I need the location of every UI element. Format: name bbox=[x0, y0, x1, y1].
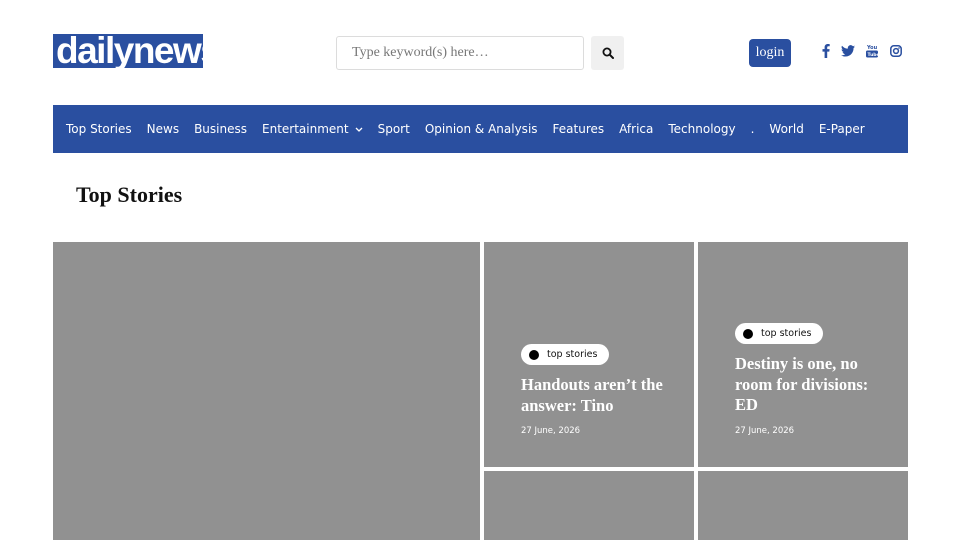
nav-item-business[interactable]: Business bbox=[194, 122, 247, 136]
twitter-link[interactable] bbox=[840, 42, 856, 60]
nav-item-label: World bbox=[769, 122, 804, 136]
nav-item-africa[interactable]: Africa bbox=[619, 122, 653, 136]
section-title: Top Stories bbox=[76, 182, 183, 207]
search-button[interactable] bbox=[591, 36, 624, 70]
story-card-image[interactable] bbox=[484, 471, 694, 540]
story-card[interactable]: top stories Handouts aren’t the answer: … bbox=[484, 242, 694, 467]
nav-item-sport[interactable]: Sport bbox=[378, 122, 410, 136]
bullet-dot-icon bbox=[743, 328, 753, 339]
svg-text:Tube: Tube bbox=[868, 52, 879, 58]
facebook-icon bbox=[822, 44, 830, 58]
svg-text:You: You bbox=[866, 45, 878, 51]
featured-story-image[interactable] bbox=[53, 242, 480, 540]
site-logo[interactable]: dailynews bbox=[53, 34, 203, 68]
chevron-down-icon bbox=[355, 127, 363, 132]
story-date: 27 June, 2026 bbox=[735, 426, 795, 436]
nav-item-label: Top Stories bbox=[66, 122, 132, 136]
story-card-image[interactable] bbox=[698, 471, 908, 540]
youtube-link[interactable]: You Tube bbox=[865, 42, 879, 60]
nav-item-world[interactable]: World bbox=[769, 122, 803, 136]
nav-item-label: News bbox=[146, 122, 180, 136]
nav-item-label: Business bbox=[194, 122, 247, 136]
nav-item-label: E-Paper bbox=[818, 122, 865, 136]
nav-item-label: Africa bbox=[619, 122, 654, 136]
story-tag-label: top stories bbox=[761, 328, 812, 339]
nav-item-entertainment[interactable]: Entertainment bbox=[262, 122, 363, 136]
nav-item-label: Entertainment bbox=[262, 122, 349, 136]
nav-item-top-stories[interactable]: Top Stories bbox=[66, 122, 132, 136]
nav-item-technology[interactable]: Technology bbox=[668, 122, 735, 136]
login-button[interactable]: login bbox=[749, 39, 791, 67]
search-icon bbox=[602, 47, 614, 59]
nav-item-e-paper[interactable]: E-Paper bbox=[819, 122, 865, 136]
instagram-link[interactable] bbox=[889, 42, 903, 60]
instagram-icon bbox=[890, 45, 902, 57]
bullet-dot-icon bbox=[529, 349, 539, 360]
nav-item-label: Features bbox=[552, 122, 605, 136]
twitter-icon bbox=[841, 45, 855, 57]
story-tag[interactable]: top stories bbox=[521, 344, 610, 365]
facebook-link[interactable] bbox=[820, 42, 832, 60]
nav-item-label: Opinion & Analysis bbox=[424, 122, 538, 136]
story-card[interactable]: top stories Destiny is one, no room for … bbox=[698, 242, 908, 467]
search-input[interactable] bbox=[336, 36, 584, 70]
story-headline[interactable]: Handouts aren’t the answer: Tino bbox=[521, 375, 681, 416]
story-date: 27 June, 2026 bbox=[521, 426, 581, 436]
nav-item-opinion-analysis[interactable]: Opinion & Analysis bbox=[425, 122, 538, 136]
nav-item-news[interactable]: News bbox=[147, 122, 179, 136]
nav-item-dot[interactable]: . bbox=[751, 122, 755, 136]
nav-item-features[interactable]: Features bbox=[553, 122, 605, 136]
story-headline[interactable]: Destiny is one, no room for divisions: E… bbox=[735, 354, 885, 416]
nav-item-label: . bbox=[750, 122, 755, 136]
nav-item-label: Sport bbox=[377, 122, 410, 136]
main-navigation: Top Stories News Business Entertainment … bbox=[53, 105, 908, 153]
story-tag-label: top stories bbox=[547, 349, 598, 360]
nav-item-label: Technology bbox=[668, 122, 736, 136]
story-tag[interactable]: top stories bbox=[735, 323, 824, 344]
youtube-icon: You Tube bbox=[866, 45, 879, 58]
